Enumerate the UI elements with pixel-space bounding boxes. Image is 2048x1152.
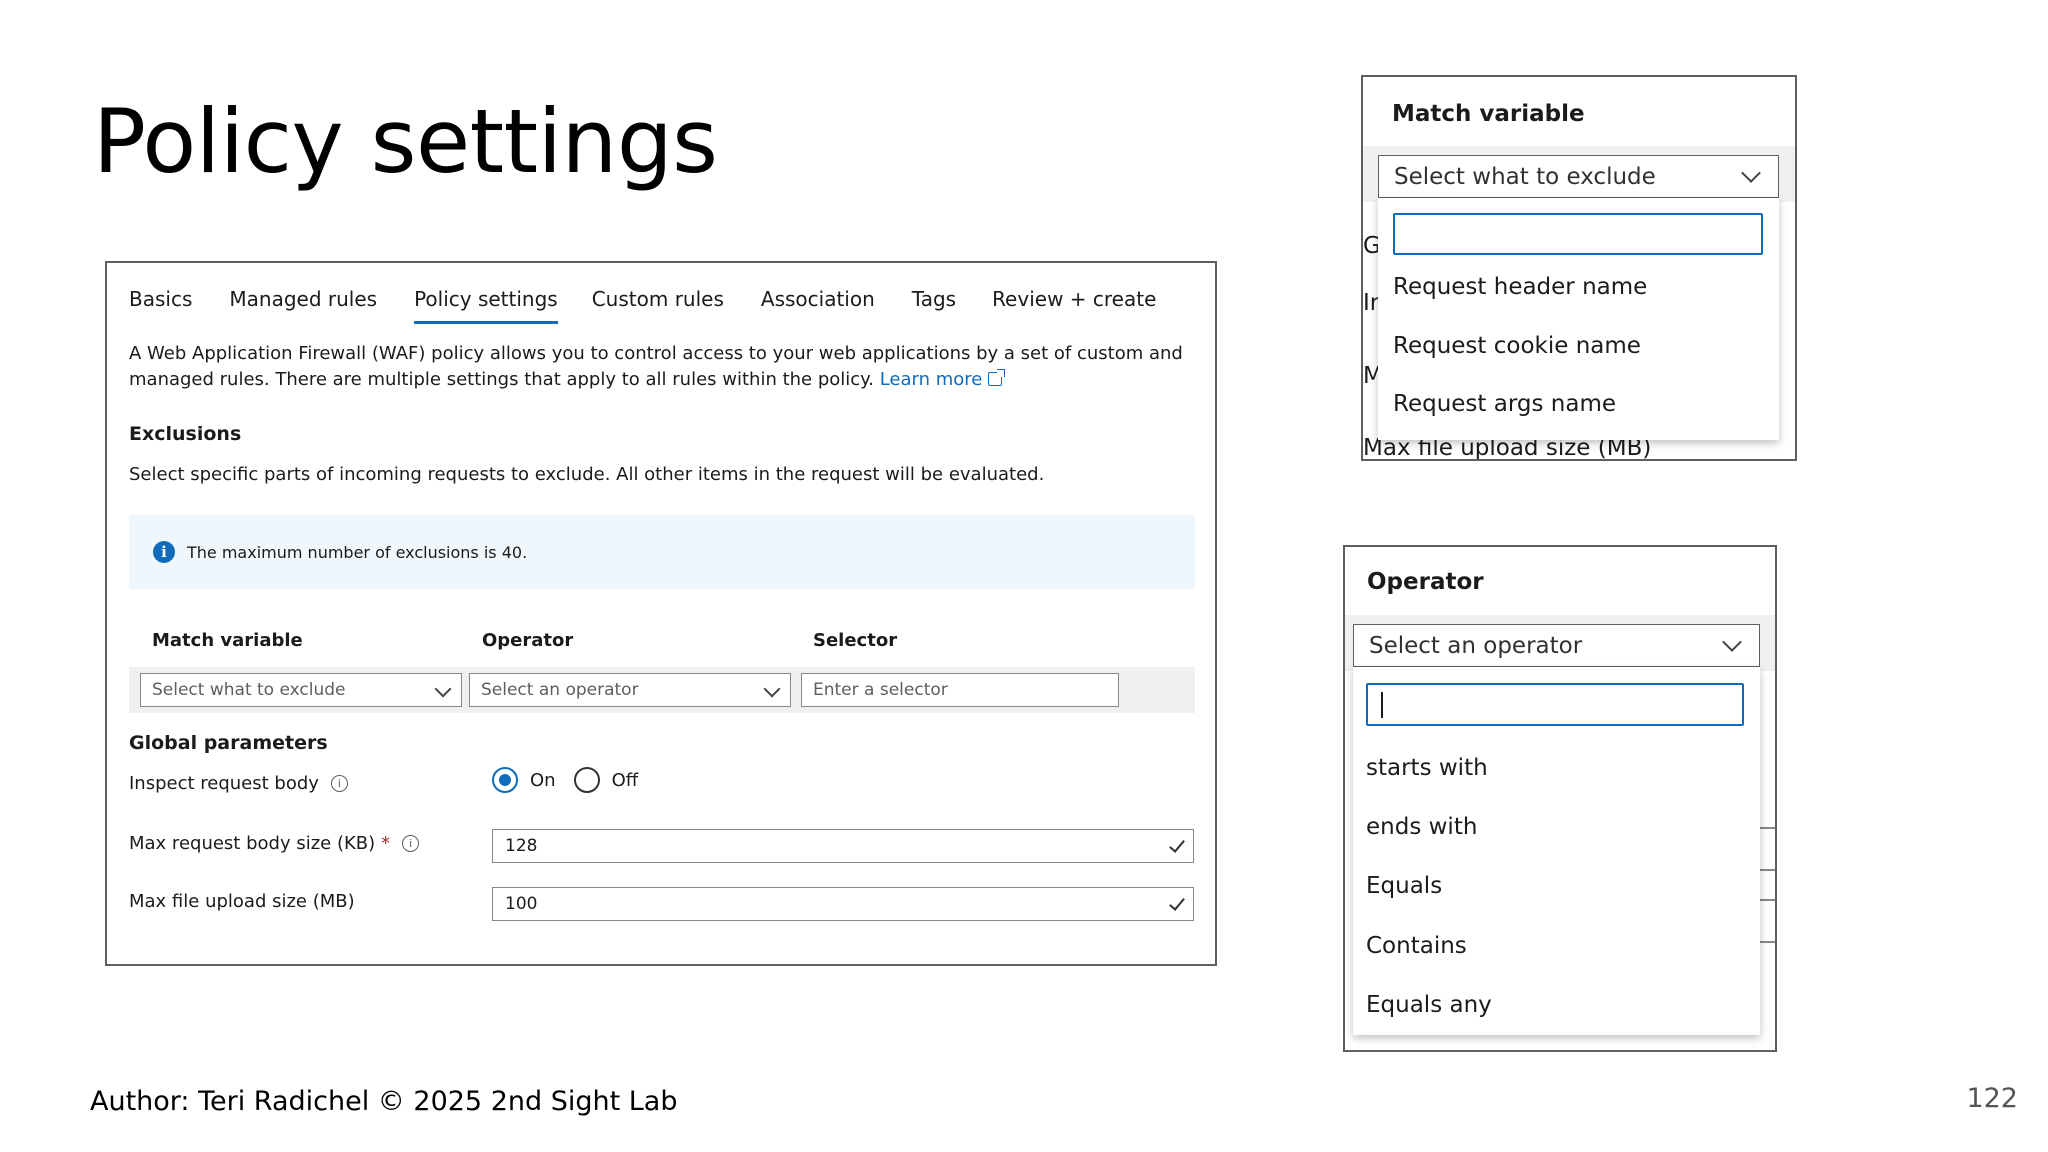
option-equals[interactable]: Equals bbox=[1366, 873, 1442, 899]
learn-more-link[interactable]: Learn more bbox=[880, 369, 1006, 390]
checkmark-icon bbox=[1169, 836, 1185, 853]
operator-options-list: starts with ends with Equals Contains Eq… bbox=[1353, 667, 1760, 1035]
option-request-args-name[interactable]: Request args name bbox=[1393, 391, 1616, 417]
option-contains[interactable]: Contains bbox=[1366, 933, 1467, 959]
tab-policy-settings[interactable]: Policy settings bbox=[414, 287, 558, 324]
max-request-body-input[interactable]: 128 bbox=[492, 829, 1194, 863]
exclusions-heading: Exclusions bbox=[129, 423, 242, 445]
operator-title: Operator bbox=[1367, 569, 1484, 595]
radio-on-label[interactable]: On bbox=[530, 770, 556, 791]
background-fragment: Ir bbox=[1363, 290, 1380, 316]
option-request-cookie-name[interactable]: Request cookie name bbox=[1393, 333, 1641, 359]
column-header-selector: Selector bbox=[813, 630, 898, 651]
operator-dropdown-select[interactable]: Select an operator bbox=[1353, 624, 1760, 667]
selector-placeholder: Enter a selector bbox=[813, 680, 948, 700]
tab-tags[interactable]: Tags bbox=[912, 287, 956, 324]
tab-managed-rules[interactable]: Managed rules bbox=[229, 287, 377, 324]
selector-input[interactable]: Enter a selector bbox=[801, 673, 1119, 707]
match-variable-select[interactable]: Select what to exclude bbox=[140, 673, 462, 707]
option-request-header-name[interactable]: Request header name bbox=[1393, 274, 1647, 300]
tab-bar: Basics Managed rules Policy settings Cus… bbox=[129, 287, 1156, 324]
operator-search-input[interactable] bbox=[1366, 683, 1744, 726]
tab-association[interactable]: Association bbox=[761, 287, 875, 324]
option-starts-with[interactable]: starts with bbox=[1366, 755, 1488, 781]
operator-placeholder: Select an operator bbox=[481, 680, 639, 700]
background-divider bbox=[1758, 899, 1775, 901]
slide-title: Policy settings bbox=[93, 90, 718, 193]
inspect-request-body-label: Inspect request body i bbox=[129, 773, 348, 794]
radio-off-label[interactable]: Off bbox=[612, 770, 639, 791]
max-file-upload-label: Max file upload size (MB) bbox=[129, 891, 355, 912]
chevron-down-icon bbox=[763, 680, 781, 698]
background-divider bbox=[1758, 827, 1775, 829]
exclusions-text: Select specific parts of incoming reques… bbox=[129, 464, 1045, 485]
background-divider bbox=[1758, 869, 1775, 871]
info-message-bar: i The maximum number of exclusions is 40… bbox=[129, 515, 1195, 589]
option-ends-with[interactable]: ends with bbox=[1366, 814, 1477, 840]
global-parameters-heading: Global parameters bbox=[129, 732, 328, 754]
tab-review-create[interactable]: Review + create bbox=[992, 287, 1156, 324]
info-icon: i bbox=[153, 541, 175, 563]
match-variable-dropdown-placeholder: Select what to exclude bbox=[1394, 163, 1656, 190]
info-circle-icon[interactable]: i bbox=[330, 775, 348, 792]
policy-description-text: A Web Application Firewall (WAF) policy … bbox=[129, 343, 1183, 390]
match-variable-title: Match variable bbox=[1392, 101, 1585, 127]
operator-dropdown-placeholder: Select an operator bbox=[1369, 632, 1583, 659]
max-request-body-text: Max request body size (KB) bbox=[129, 833, 376, 854]
tab-custom-rules[interactable]: Custom rules bbox=[592, 287, 724, 324]
match-variable-dropdown-panel: Match variable Select what to exclude G … bbox=[1361, 75, 1797, 461]
policy-description: A Web Application Firewall (WAF) policy … bbox=[129, 341, 1204, 393]
max-file-upload-input[interactable]: 100 bbox=[492, 887, 1194, 921]
match-variable-placeholder: Select what to exclude bbox=[152, 680, 346, 700]
radio-off[interactable] bbox=[573, 767, 600, 793]
max-file-upload-value: 100 bbox=[505, 894, 538, 914]
footer-author: Author: Teri Radichel © 2025 2nd Sight L… bbox=[90, 1086, 678, 1117]
column-header-match-variable: Match variable bbox=[152, 630, 303, 651]
required-indicator: * bbox=[381, 833, 391, 854]
info-circle-icon[interactable]: i bbox=[402, 835, 420, 852]
checkmark-icon bbox=[1169, 894, 1185, 911]
inspect-request-body-text: Inspect request body bbox=[129, 773, 319, 794]
max-file-upload-text: Max file upload size (MB) bbox=[129, 891, 355, 912]
match-variable-search-input[interactable] bbox=[1393, 213, 1763, 255]
external-link-icon bbox=[988, 369, 1006, 386]
page-number: 122 bbox=[1966, 1083, 2018, 1114]
match-variable-dropdown-select[interactable]: Select what to exclude bbox=[1378, 155, 1779, 198]
chevron-down-icon bbox=[1722, 632, 1742, 652]
chevron-down-icon bbox=[434, 680, 452, 698]
chevron-down-icon bbox=[1741, 163, 1761, 183]
max-request-body-label: Max request body size (KB) * i bbox=[129, 833, 420, 854]
column-header-operator: Operator bbox=[482, 630, 574, 651]
text-cursor bbox=[1381, 692, 1383, 718]
operator-dropdown-panel: Operator Select an operator starts with … bbox=[1343, 545, 1777, 1052]
radio-on[interactable] bbox=[492, 767, 518, 793]
match-variable-options-list: Request header name Request cookie name … bbox=[1378, 198, 1779, 440]
background-divider bbox=[1758, 941, 1775, 943]
waf-policy-panel: Basics Managed rules Policy settings Cus… bbox=[105, 261, 1217, 966]
operator-select[interactable]: Select an operator bbox=[469, 673, 791, 707]
max-request-body-value: 128 bbox=[505, 836, 538, 856]
info-message: The maximum number of exclusions is 40. bbox=[187, 542, 528, 562]
inspect-request-body-radio-group: On Off bbox=[492, 767, 638, 793]
option-equals-any[interactable]: Equals any bbox=[1366, 992, 1492, 1018]
learn-more-label[interactable]: Learn more bbox=[880, 369, 983, 390]
tab-basics[interactable]: Basics bbox=[129, 287, 192, 324]
